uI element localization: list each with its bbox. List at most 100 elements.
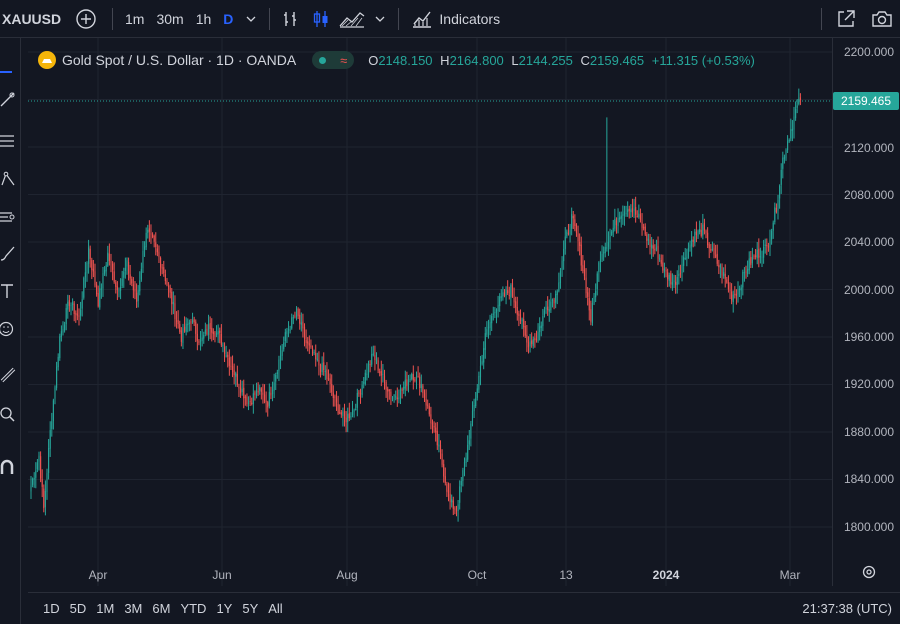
candle-body [623, 211, 626, 216]
emoji-icon[interactable] [0, 318, 18, 340]
close-value: 2159.465 [589, 52, 645, 68]
candle-body [606, 247, 608, 249]
candle-body [51, 421, 53, 429]
candle-body [112, 263, 114, 270]
range-1y[interactable]: 1Y [211, 601, 237, 616]
candle-body [247, 402, 250, 404]
candle-body [694, 231, 696, 244]
candle-body [412, 374, 414, 381]
utc-clock[interactable]: 21:37:38 (UTC) [802, 601, 900, 616]
candle-body [355, 408, 357, 410]
candle-body [318, 359, 320, 366]
chevron-down-icon[interactable] [239, 0, 263, 38]
candle-body [599, 259, 602, 262]
candle-body [177, 320, 179, 325]
price-axis[interactable]: 2200.000 2120.000 2080.000 2040.000 2000… [832, 38, 900, 586]
candle-body [387, 388, 389, 392]
candle-body [614, 218, 616, 229]
fullscreen-icon[interactable] [828, 0, 864, 38]
candle-body [321, 363, 323, 373]
candles-chart-icon[interactable] [306, 0, 336, 38]
candle-body [556, 291, 558, 296]
ruler-icon[interactable] [0, 364, 18, 386]
candle-body [345, 417, 347, 423]
forecasting-icon[interactable] [0, 206, 18, 228]
candle-body [713, 248, 715, 255]
range-5d[interactable]: 5D [65, 601, 92, 616]
candle-body [638, 213, 640, 218]
range-1d[interactable]: 1D [38, 601, 65, 616]
candle-body [308, 343, 310, 346]
range-all[interactable]: All [263, 601, 287, 616]
candle-body [284, 332, 286, 342]
fib-retracement-icon[interactable] [0, 130, 18, 152]
market-status-badge[interactable]: ≈ [312, 51, 355, 69]
candle-body [681, 264, 683, 273]
range-5y[interactable]: 5Y [237, 601, 263, 616]
candle-body [207, 324, 210, 336]
candle-body [126, 260, 128, 267]
crosshair-icon[interactable] [0, 56, 18, 78]
candle-body [531, 340, 533, 345]
candle-body [622, 214, 624, 216]
indicators-label: Indicators [439, 10, 501, 27]
range-6m[interactable]: 6M [147, 601, 175, 616]
patterns-icon[interactable] [0, 168, 18, 190]
range-1m[interactable]: 1M [91, 601, 119, 616]
candle-body [414, 379, 416, 382]
candle-body [191, 319, 194, 323]
range-ytd[interactable]: YTD [175, 601, 211, 616]
candle-body [73, 303, 75, 314]
range-3m[interactable]: 3M [119, 601, 147, 616]
candle-body [327, 378, 330, 380]
trend-line-icon[interactable] [0, 88, 18, 110]
area-chart-icon[interactable] [336, 0, 368, 38]
price-chart[interactable] [28, 38, 832, 586]
text-tool-icon[interactable] [0, 280, 18, 302]
candle-body [710, 248, 712, 252]
candle-body [148, 228, 150, 232]
candle-body [551, 299, 554, 302]
interval-d[interactable]: D [217, 0, 239, 38]
candle-body [99, 288, 101, 308]
candle-body [739, 288, 741, 291]
magnet-icon[interactable] [0, 456, 18, 478]
candle-body [36, 462, 38, 470]
symbol-search[interactable]: XAUUSD [0, 0, 66, 38]
candle-body [303, 326, 306, 339]
interval-1m[interactable]: 1m [119, 0, 150, 38]
candle-body [121, 278, 123, 286]
brush-icon[interactable] [0, 242, 18, 264]
candle-body [404, 379, 406, 389]
last-price-label: 2159.465 [833, 92, 899, 110]
candle-body [521, 319, 523, 322]
candle-body [788, 139, 790, 142]
time-label: Mar [779, 568, 801, 582]
candle-body [102, 273, 104, 289]
indicators-button[interactable]: Indicators [405, 0, 506, 38]
candle-body [457, 504, 459, 512]
candle-body [249, 401, 251, 403]
candle-body [750, 257, 752, 265]
candle-body [463, 462, 466, 471]
candle-body [94, 271, 96, 286]
camera-icon[interactable] [864, 0, 900, 38]
candle-body [774, 207, 776, 223]
candle-body [619, 217, 621, 220]
compare-add-icon[interactable] [66, 0, 106, 38]
time-label: 2024 [652, 568, 680, 582]
candle-body [691, 239, 693, 247]
candle-body [271, 389, 274, 395]
candle-body [83, 277, 85, 298]
chevron-down-icon[interactable] [368, 0, 392, 38]
zoom-icon[interactable] [0, 404, 18, 426]
bars-chart-icon[interactable] [276, 0, 306, 38]
candle-body [427, 404, 429, 406]
candle-body [246, 396, 248, 404]
candle-body [617, 218, 619, 227]
candle-body [268, 391, 270, 406]
candle-body [519, 314, 522, 322]
interval-30m[interactable]: 30m [150, 0, 189, 38]
settings-gear-icon[interactable] [861, 564, 877, 585]
interval-1h[interactable]: 1h [190, 0, 218, 38]
